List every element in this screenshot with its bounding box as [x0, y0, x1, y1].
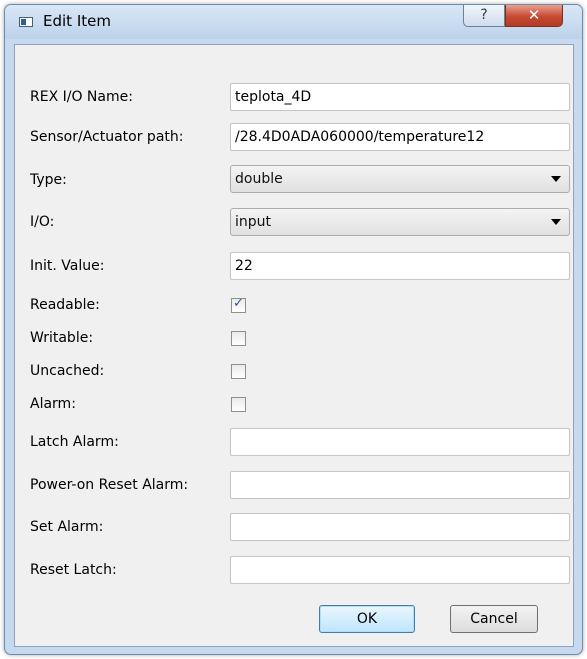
- sensor-path-field[interactable]: /28.4D0ADA060000/temperature12: [230, 123, 570, 151]
- uncached-checkbox[interactable]: [231, 364, 246, 379]
- rex-io-name-field[interactable]: teplota_4D: [230, 83, 570, 111]
- sensor-path-label: Sensor/Actuator path:: [30, 129, 184, 145]
- title-bar[interactable]: Edit Item ? ✕: [5, 5, 582, 39]
- power-on-reset-alarm-label: Power-on Reset Alarm:: [30, 477, 189, 493]
- set-alarm-label: Set Alarm:: [30, 519, 104, 535]
- chevron-down-icon: [551, 176, 561, 182]
- type-select[interactable]: double: [230, 165, 570, 193]
- help-button[interactable]: ?: [463, 5, 505, 27]
- reset-latch-field[interactable]: [230, 556, 570, 584]
- alarm-checkbox[interactable]: [231, 397, 246, 412]
- readable-checkbox[interactable]: ✓: [231, 296, 246, 313]
- reset-latch-label: Reset Latch:: [30, 562, 117, 578]
- cancel-button[interactable]: Cancel: [450, 605, 538, 633]
- init-value-field[interactable]: 22: [230, 252, 570, 280]
- type-select-value: double: [235, 171, 283, 187]
- checkmark-icon: ✓: [233, 296, 244, 311]
- writable-checkbox[interactable]: [231, 331, 246, 346]
- ok-button[interactable]: OK: [319, 605, 415, 633]
- close-button[interactable]: ✕: [505, 5, 563, 27]
- io-select[interactable]: input: [230, 208, 570, 236]
- alarm-label: Alarm:: [30, 396, 76, 412]
- io-select-value: input: [235, 214, 272, 230]
- set-alarm-field[interactable]: [230, 513, 570, 541]
- power-on-reset-alarm-field[interactable]: [230, 471, 570, 499]
- latch-alarm-label: Latch Alarm:: [30, 434, 119, 450]
- uncached-label: Uncached:: [30, 363, 105, 379]
- latch-alarm-field[interactable]: [230, 428, 570, 456]
- init-value-label: Init. Value:: [30, 258, 105, 274]
- io-label: I/O:: [30, 214, 55, 230]
- edit-item-dialog: Edit Item ? ✕ REX I/O Name: teplota_4D S…: [4, 4, 583, 655]
- dialog-body: REX I/O Name: teplota_4D Sensor/Actuator…: [14, 44, 574, 647]
- window-title: Edit Item: [43, 12, 111, 30]
- readable-label: Readable:: [30, 297, 100, 313]
- app-icon: [19, 17, 33, 27]
- help-icon: ?: [480, 7, 488, 23]
- chevron-down-icon: [551, 219, 561, 225]
- close-icon: ✕: [527, 6, 541, 24]
- writable-label: Writable:: [30, 330, 94, 346]
- type-label: Type:: [30, 172, 67, 188]
- rex-io-name-label: REX I/O Name:: [30, 89, 133, 105]
